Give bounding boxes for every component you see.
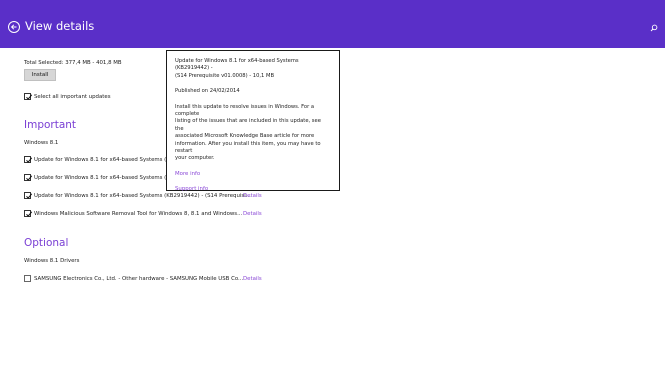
- check-icon: [25, 210, 32, 217]
- support-info-link[interactable]: Support info: [175, 186, 331, 193]
- update-checkbox[interactable]: [24, 174, 32, 181]
- page-title: View details: [25, 19, 95, 33]
- popup-title: (S14 Prerequisite v01.0008) - 10,1 MB: [175, 72, 275, 79]
- popup-description: Install this update to resolve issues in…: [175, 103, 315, 118]
- install-button[interactable]: Install: [24, 69, 56, 81]
- published-date: Published on 24/02/2014: [175, 88, 240, 95]
- driver-checkbox[interactable]: [24, 275, 31, 282]
- popup-description: associated Microsoft Knowledge Base arti…: [175, 133, 315, 140]
- update-label[interactable]: Update for Windows 8.1 for x64-based Sys…: [34, 175, 174, 181]
- driver-label[interactable]: SAMSUNG Electronics Co., Ltd. - Other ha…: [34, 276, 243, 282]
- popup-title: Update for Windows 8.1 for x64-based Sys…: [175, 58, 299, 72]
- search-icon[interactable]: [650, 24, 658, 32]
- check-icon: [25, 192, 32, 199]
- update-details-popup: Update for Windows 8.1 for x64-based Sys…: [166, 50, 340, 193]
- update-checkbox[interactable]: [24, 156, 32, 163]
- check-icon: [25, 156, 32, 163]
- select-all-checkbox[interactable]: [24, 93, 32, 100]
- details-link[interactable]: Details: [243, 211, 262, 217]
- select-all-label: Select all important updates: [34, 94, 111, 100]
- update-checkbox[interactable]: [24, 210, 32, 217]
- optional-group-label: Windows 8.1 Drivers: [24, 258, 80, 264]
- update-label[interactable]: Update for Windows 8.1 for x64-based Sys…: [34, 193, 251, 199]
- app-header: View details: [0, 0, 665, 48]
- popup-description: listing of the issues that are included …: [175, 118, 321, 132]
- update-checkbox[interactable]: [24, 192, 32, 199]
- check-icon: [25, 174, 32, 181]
- optional-heading: Optional: [24, 237, 69, 249]
- details-link[interactable]: Details: [243, 193, 262, 199]
- details-link[interactable]: Details: [243, 276, 262, 282]
- back-arrow-icon[interactable]: [8, 21, 20, 33]
- more-info-link[interactable]: More info: [175, 171, 331, 178]
- important-group-label: Windows 8.1: [24, 140, 59, 146]
- check-icon: [25, 93, 32, 100]
- update-label[interactable]: Update for Windows 8.1 for x64-based Sys…: [34, 157, 174, 163]
- total-selected-text: Total Selected: 377,4 MB - 401,8 MB: [24, 60, 122, 66]
- popup-description: your computer.: [175, 155, 215, 162]
- popup-description: information. After you install this item…: [175, 140, 321, 155]
- important-heading: Important: [24, 119, 77, 131]
- update-label[interactable]: Windows Malicious Software Removal Tool …: [34, 211, 242, 217]
